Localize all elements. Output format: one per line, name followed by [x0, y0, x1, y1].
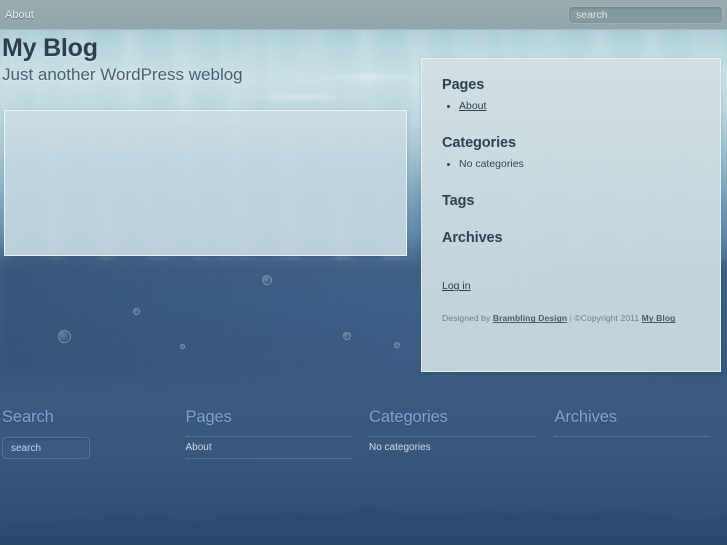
- bubble-icon: [343, 332, 351, 340]
- meta-widget: Log in: [442, 276, 700, 294]
- footer-columns: Search Pages About Categories No categor…: [0, 408, 727, 459]
- bubble-icon: [262, 275, 272, 285]
- footer-title-pages: Pages: [185, 408, 232, 426]
- site-title[interactable]: My Blog: [2, 34, 420, 63]
- footer-search-input[interactable]: [2, 437, 90, 459]
- page-root: About My Blog Just another WordPress web…: [0, 0, 727, 545]
- credits-designed-by-text: Designed by: [442, 313, 493, 324]
- site-header: My Blog Just another WordPress weblog: [0, 34, 420, 85]
- footer-column-pages: Pages About: [185, 408, 370, 459]
- sidebar: Pages About Categories No categories Tag…: [421, 58, 721, 372]
- sidebar-credits: Designed by Brambling Design | ©Copyrigh…: [442, 313, 700, 323]
- designer-link[interactable]: Brambling Design: [493, 313, 567, 323]
- footer-column-archives: Archives: [554, 408, 727, 459]
- widget-list-pages: About: [442, 99, 700, 114]
- topnav-item-about[interactable]: About: [1, 0, 40, 30]
- footer-title-search: Search: [2, 408, 54, 426]
- footer-title-archives: Archives: [554, 408, 617, 426]
- footer: Search Pages About Categories No categor…: [0, 408, 727, 508]
- list-item: No categories: [369, 442, 431, 453]
- main-content-area: [4, 110, 407, 256]
- credits-site-link[interactable]: My Blog: [642, 313, 676, 323]
- bubble-icon: [58, 330, 71, 343]
- top-navigation-bar: About: [0, 0, 727, 30]
- credits-copyright-text: ©Copyright 2011: [574, 313, 642, 324]
- widget-title-archives: Archives: [442, 230, 503, 247]
- list-item: About: [459, 99, 700, 114]
- footer-list-archives: [554, 436, 710, 437]
- widget-title-pages: Pages: [442, 77, 485, 93]
- header-search-input[interactable]: [568, 6, 723, 24]
- bubble-icon: [133, 308, 140, 315]
- footer-title-categories: Categories: [369, 408, 448, 426]
- list-item: No categories: [459, 157, 700, 172]
- widget-title-tags: Tags: [442, 193, 475, 210]
- footer-column-search: Search: [2, 408, 186, 459]
- widget-title-categories: Categories: [442, 135, 516, 152]
- sidebar-link-about[interactable]: About: [459, 100, 486, 112]
- bubble-icon: [394, 342, 400, 348]
- footer-list-pages: About: [185, 436, 351, 459]
- bubble-icon: [180, 344, 185, 349]
- footer-list-categories: No categories: [369, 436, 537, 458]
- footer-link-about[interactable]: About: [186, 442, 212, 453]
- login-link[interactable]: Log in: [442, 280, 471, 292]
- footer-column-categories: Categories No categories: [369, 408, 554, 459]
- widget-list-categories: No categories: [442, 157, 700, 172]
- list-item: About: [185, 437, 351, 459]
- site-description: Just another WordPress weblog: [2, 65, 243, 84]
